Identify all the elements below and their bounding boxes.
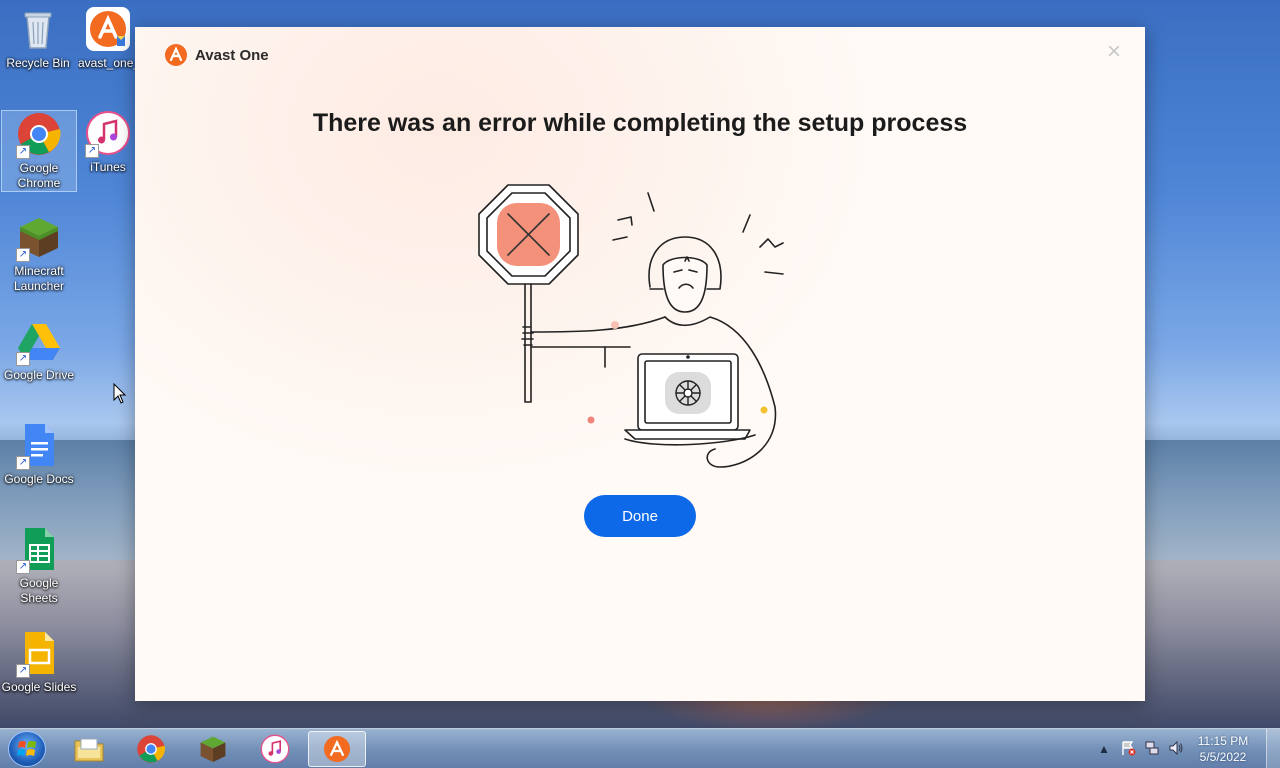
google-drive-icon: ↗: [16, 318, 62, 366]
error-illustration: [478, 184, 784, 468]
desktop-icon-label: iTunes: [90, 160, 126, 174]
stop-sign-icon: [478, 184, 579, 403]
taskbar-minecraft[interactable]: [184, 731, 242, 767]
shortcut-arrow-icon: ↗: [85, 144, 99, 158]
taskbar-clock[interactable]: 11:15 PM 5/5/2022: [1188, 733, 1258, 765]
shortcut-arrow-icon: ↗: [16, 352, 30, 366]
desktop-icon-recycle-bin[interactable]: Recycle Bin: [0, 6, 76, 71]
desktop-icon-minecraft-launcher[interactable]: ↗ Minecraft Launcher: [1, 214, 77, 294]
chrome-icon: [137, 735, 165, 763]
shortcut-arrow-icon: ↗: [16, 456, 30, 470]
itunes-icon: ↗: [85, 110, 131, 158]
clock-time: 11:15 PM: [1197, 734, 1249, 748]
windows-logo-icon: [17, 741, 36, 756]
taskbar-chrome[interactable]: [122, 731, 180, 767]
taskbar-explorer[interactable]: [60, 731, 118, 767]
start-button[interactable]: [8, 731, 46, 767]
taskbar-avast[interactable]: [308, 731, 366, 767]
desktop-icon-google-drive[interactable]: ↗ Google Drive: [1, 318, 77, 383]
avast-icon: [323, 735, 351, 763]
volume-icon[interactable]: [1167, 740, 1185, 758]
shortcut-arrow-icon: ↗: [16, 145, 30, 159]
google-docs-icon: ↗: [16, 422, 62, 470]
minecraft-icon: ↗: [16, 214, 62, 262]
desktop-icon-label: Google Chrome: [17, 161, 61, 190]
shortcut-arrow-icon: ↗: [16, 248, 30, 262]
avast-installer-icon: [85, 6, 131, 52]
windows-explorer-icon: [74, 738, 104, 762]
action-center-flag-icon[interactable]: [1119, 740, 1137, 758]
desktop-icon-google-chrome[interactable]: ↗ Google Chrome: [1, 110, 77, 192]
desktop-icon-label: avast_one_: [78, 56, 138, 70]
desktop-icon-label: Google Slides: [1, 680, 77, 694]
shortcut-arrow-icon: ↗: [16, 664, 30, 678]
desktop-icon-label: Google Sheets: [19, 576, 59, 605]
app-brand: Avast One: [165, 44, 269, 66]
desktop-icon-avast-installer[interactable]: avast_one_: [78, 6, 138, 71]
minecraft-icon: [200, 736, 226, 763]
system-tray: ▲ 11:15 PM 5/5/2022: [1092, 729, 1280, 768]
recycle-bin-icon: [15, 6, 61, 52]
google-sheets-icon: ↗: [16, 526, 62, 574]
app-name: Avast One: [195, 46, 269, 64]
chrome-icon: ↗: [16, 111, 62, 159]
desktop-icon-google-sheets[interactable]: ↗ Google Sheets: [1, 526, 77, 606]
show-desktop-button[interactable]: [1266, 729, 1280, 768]
desktop-icon-google-slides[interactable]: ↗ Google Slides: [1, 630, 77, 695]
taskbar-itunes[interactable]: [246, 731, 304, 767]
desktop-icon-google-docs[interactable]: ↗ Google Docs: [1, 422, 77, 487]
taskbar: ▲ 11:15 PM 5/5/2022: [0, 728, 1280, 768]
desktop-icon-itunes[interactable]: ↗ iTunes: [78, 110, 138, 175]
close-button[interactable]: ×: [1103, 40, 1125, 64]
done-button[interactable]: Done: [584, 495, 696, 537]
google-slides-icon: ↗: [16, 630, 62, 678]
desktop-icon-label: Recycle Bin: [6, 56, 70, 70]
network-icon[interactable]: [1143, 740, 1161, 758]
shortcut-arrow-icon: ↗: [16, 560, 30, 574]
avast-error-dialog: Avast One × There was an error while com…: [135, 27, 1145, 701]
error-title: There was an error while completing the …: [312, 109, 968, 137]
show-hidden-icons-chevron-icon[interactable]: ▲: [1095, 740, 1113, 758]
avast-logo-icon: [165, 44, 187, 66]
snowflake-icon: [675, 380, 701, 406]
mouse-cursor-icon: [113, 383, 127, 404]
desktop-icon-label: Minecraft Launcher: [13, 264, 65, 293]
clock-date: 5/5/2022: [1199, 750, 1247, 764]
desktop-icon-label: Google Drive: [3, 368, 75, 382]
itunes-icon: [260, 734, 290, 764]
desktop-icon-label: Google Docs: [4, 472, 74, 486]
